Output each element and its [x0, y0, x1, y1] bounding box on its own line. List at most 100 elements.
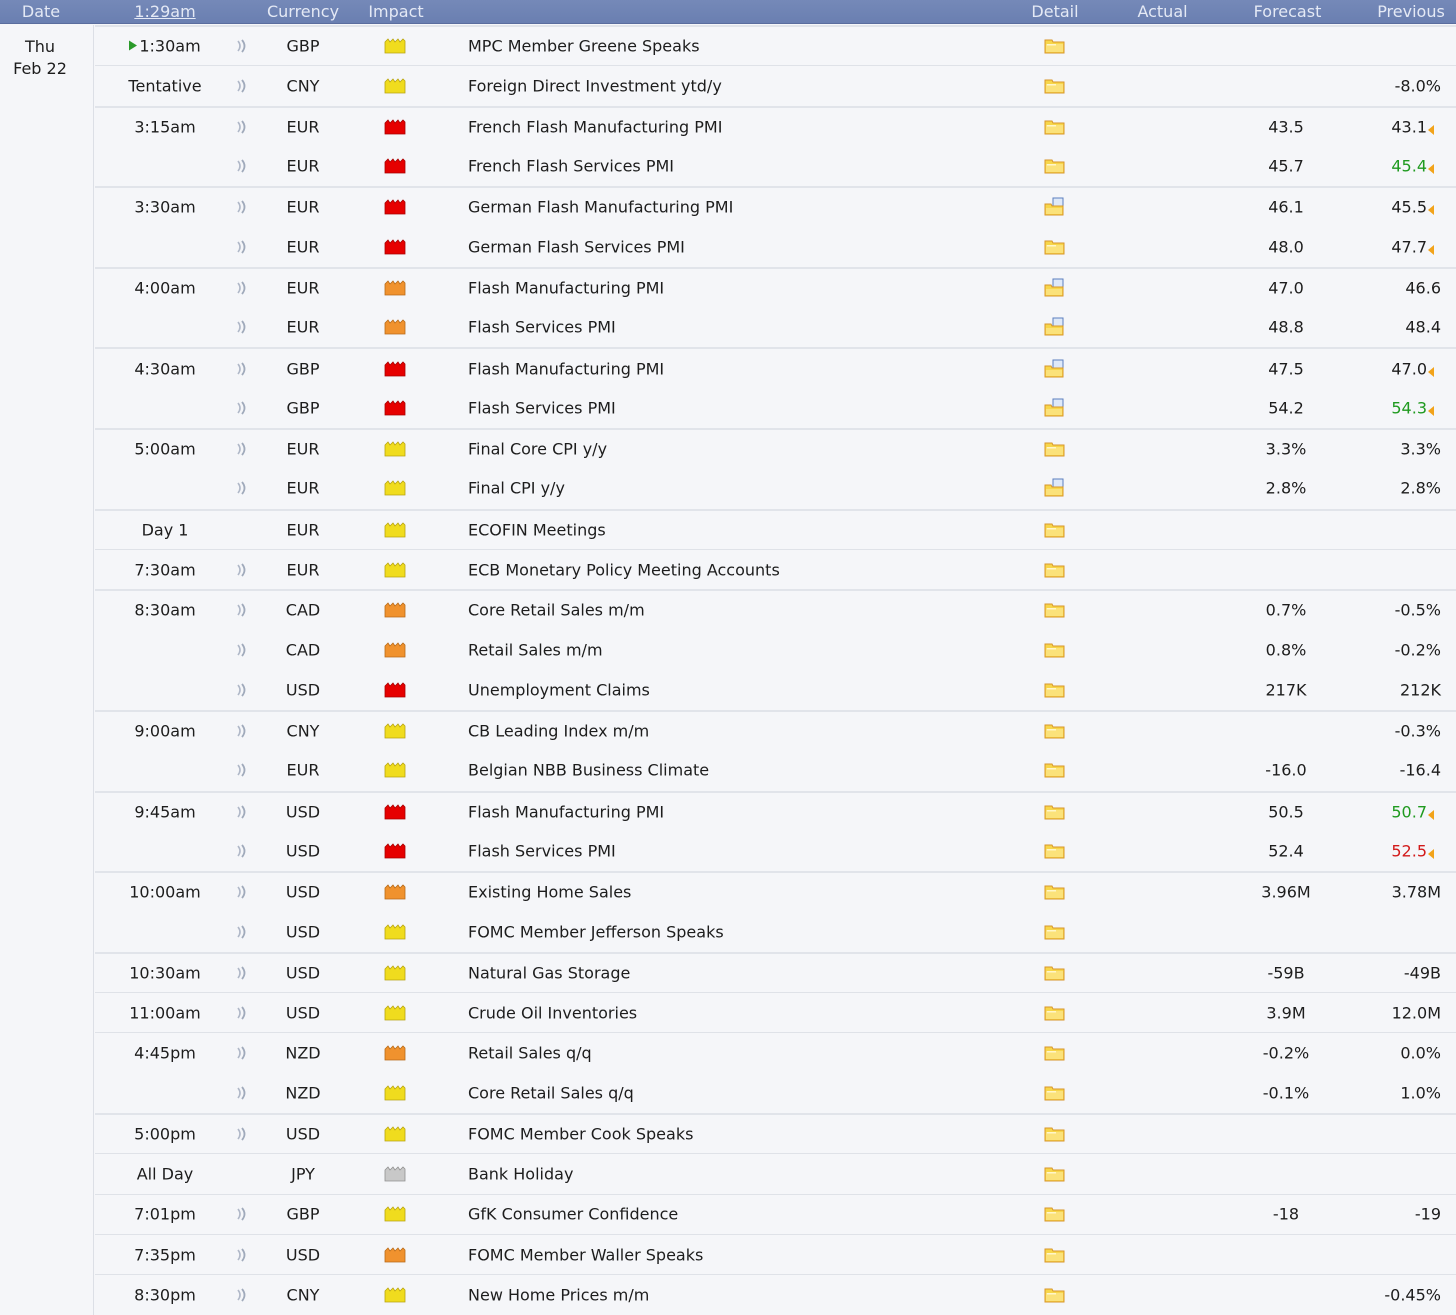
event-row[interactable]: EUR Final CPI y/y 2.8% 2.8%	[95, 468, 1456, 508]
sound-alert-icon[interactable]	[234, 1247, 250, 1263]
event-row[interactable]: NZD Core Retail Sales q/q -0.1% 1.0%	[95, 1073, 1456, 1113]
sound-alert-icon[interactable]	[234, 199, 250, 215]
detail-folder-icon[interactable]	[1043, 237, 1067, 257]
event-row[interactable]: 9:00am CNY CB Leading Index m/m -0.3%	[95, 710, 1456, 750]
sound-alert-icon[interactable]	[234, 804, 250, 820]
event-title[interactable]: Flash Services PMI	[468, 842, 616, 861]
impact-high-icon[interactable]	[384, 238, 406, 255]
revised-marker-icon[interactable]	[1426, 241, 1436, 255]
event-title[interactable]: Final Core CPI y/y	[468, 440, 607, 459]
detail-folder-icon[interactable]	[1043, 640, 1067, 660]
detail-folder-icon[interactable]	[1043, 760, 1067, 780]
event-row[interactable]: EUR French Flash Services PMI 45.7 45.4	[95, 146, 1456, 186]
event-title[interactable]: New Home Prices m/m	[468, 1285, 649, 1304]
event-row[interactable]: 10:00am USD Existing Home Sales 3.96M 3.78M	[95, 871, 1456, 911]
detail-folder-icon[interactable]	[1043, 1124, 1067, 1144]
impact-low-icon[interactable]	[384, 723, 406, 739]
detail-folder-icon[interactable]	[1043, 963, 1067, 983]
impact-medium-icon[interactable]	[384, 641, 406, 658]
sound-alert-icon[interactable]	[234, 1287, 250, 1303]
detail-folder-icon[interactable]	[1043, 1285, 1067, 1305]
detail-folder-icon[interactable]	[1043, 520, 1067, 540]
sound-alert-icon[interactable]	[234, 1206, 250, 1222]
detail-folder-news-icon[interactable]	[1043, 478, 1067, 498]
event-row[interactable]: 8:30am CAD Core Retail Sales m/m 0.7% -0.5%	[95, 589, 1456, 629]
detail-folder-icon[interactable]	[1043, 1083, 1067, 1103]
impact-holiday-icon[interactable]	[384, 1166, 406, 1182]
event-row[interactable]: CAD Retail Sales m/m 0.8% -0.2%	[95, 629, 1456, 669]
event-title[interactable]: Unemployment Claims	[468, 680, 650, 699]
event-title[interactable]: Flash Manufacturing PMI	[468, 278, 664, 297]
sound-alert-icon[interactable]	[234, 642, 250, 658]
event-title[interactable]: ECOFIN Meetings	[468, 520, 606, 539]
event-title[interactable]: ECB Monetary Policy Meeting Accounts	[468, 560, 780, 579]
revised-marker-icon[interactable]	[1426, 160, 1436, 175]
detail-folder-icon[interactable]	[1043, 922, 1067, 942]
detail-folder-icon[interactable]	[1043, 560, 1067, 580]
event-row[interactable]: EUR German Flash Services PMI 48.0 47.7	[95, 226, 1456, 266]
impact-high-icon[interactable]	[384, 119, 406, 135]
revised-marker-icon[interactable]	[1426, 121, 1436, 135]
event-title[interactable]: GfK Consumer Confidence	[468, 1205, 678, 1224]
sound-alert-icon[interactable]	[234, 38, 250, 54]
sound-alert-icon[interactable]	[234, 119, 250, 135]
impact-medium-icon[interactable]	[384, 602, 406, 618]
event-title[interactable]: Natural Gas Storage	[468, 963, 630, 982]
impact-medium-icon[interactable]	[384, 1246, 406, 1263]
impact-low-icon[interactable]	[384, 522, 406, 538]
detail-folder-icon[interactable]	[1043, 117, 1067, 137]
event-row[interactable]: 7:01pm GBP GfK Consumer Confidence -18 -19	[95, 1193, 1456, 1234]
revised-marker-icon[interactable]	[1426, 845, 1436, 860]
impact-low-icon[interactable]	[384, 480, 406, 496]
impact-high-icon[interactable]	[384, 682, 406, 698]
impact-high-icon[interactable]	[384, 400, 406, 416]
event-title[interactable]: FOMC Member Cook Speaks	[468, 1125, 693, 1144]
detail-folder-news-icon[interactable]	[1043, 398, 1067, 418]
sound-alert-icon[interactable]	[234, 441, 250, 457]
event-row[interactable]: Day 1 EUR ECOFIN Meetings	[95, 508, 1456, 549]
sound-alert-icon[interactable]	[234, 1126, 250, 1142]
event-row[interactable]: 5:00pm USD FOMC Member Cook Speaks	[95, 1113, 1456, 1153]
revised-marker-icon[interactable]	[1426, 402, 1436, 416]
event-title[interactable]: MPC Member Greene Speaks	[468, 37, 700, 56]
sound-alert-icon[interactable]	[234, 480, 250, 496]
event-row[interactable]: All Day JPY Bank Holiday	[95, 1153, 1456, 1193]
event-title[interactable]: Flash Services PMI	[468, 398, 616, 417]
detail-folder-icon[interactable]	[1043, 1043, 1067, 1063]
impact-low-icon[interactable]	[384, 1085, 406, 1101]
event-row[interactable]: 1:30am GBP MPC Member Greene Speaks	[95, 25, 1456, 65]
event-title[interactable]: Core Retail Sales q/q	[468, 1083, 634, 1102]
detail-folder-icon[interactable]	[1043, 1245, 1067, 1265]
sound-alert-icon[interactable]	[234, 1005, 250, 1021]
detail-folder-icon[interactable]	[1043, 882, 1067, 902]
sound-alert-icon[interactable]	[234, 158, 250, 174]
event-row[interactable]: EUR Belgian NBB Business Climate -16.0 -16.…	[95, 750, 1456, 790]
event-row[interactable]: 4:30am GBP Flash Manufacturing PMI 47.5 47.0	[95, 347, 1456, 387]
sound-alert-icon[interactable]	[234, 884, 250, 900]
detail-folder-news-icon[interactable]	[1043, 197, 1067, 217]
impact-high-icon[interactable]	[384, 804, 406, 820]
sound-alert-icon[interactable]	[234, 843, 250, 859]
sound-alert-icon[interactable]	[234, 78, 250, 94]
event-row[interactable]: 7:35pm USD FOMC Member Waller Speaks	[95, 1233, 1456, 1274]
detail-folder-icon[interactable]	[1043, 680, 1067, 700]
impact-low-icon[interactable]	[384, 38, 406, 54]
event-row[interactable]: 3:15am EUR French Flash Manufacturing PMI 4…	[95, 105, 1456, 146]
detail-folder-icon[interactable]	[1043, 1003, 1067, 1023]
event-title[interactable]: German Flash Manufacturing PMI	[468, 198, 733, 217]
event-row[interactable]: 10:30am USD Natural Gas Storage -59B -49B	[95, 951, 1456, 992]
sound-alert-icon[interactable]	[234, 602, 250, 618]
event-title[interactable]: Belgian NBB Business Climate	[468, 761, 709, 780]
impact-low-icon[interactable]	[384, 965, 406, 981]
event-row[interactable]: 5:00am EUR Final Core CPI y/y 3.3% 3.3%	[95, 427, 1456, 468]
event-row[interactable]: 9:45am USD Flash Manufacturing PMI 50.5 50.7	[95, 790, 1456, 831]
event-title[interactable]: Flash Manufacturing PMI	[468, 802, 664, 821]
detail-folder-icon[interactable]	[1043, 439, 1067, 459]
event-row[interactable]: 8:30pm CNY New Home Prices m/m -0.45%	[95, 1274, 1456, 1314]
impact-low-icon[interactable]	[384, 1126, 406, 1142]
impact-medium-icon[interactable]	[384, 280, 406, 296]
detail-folder-icon[interactable]	[1043, 600, 1067, 620]
impact-low-icon[interactable]	[384, 1287, 406, 1303]
event-title[interactable]: French Flash Manufacturing PMI	[468, 117, 722, 136]
event-title[interactable]: Final CPI y/y	[468, 479, 565, 498]
